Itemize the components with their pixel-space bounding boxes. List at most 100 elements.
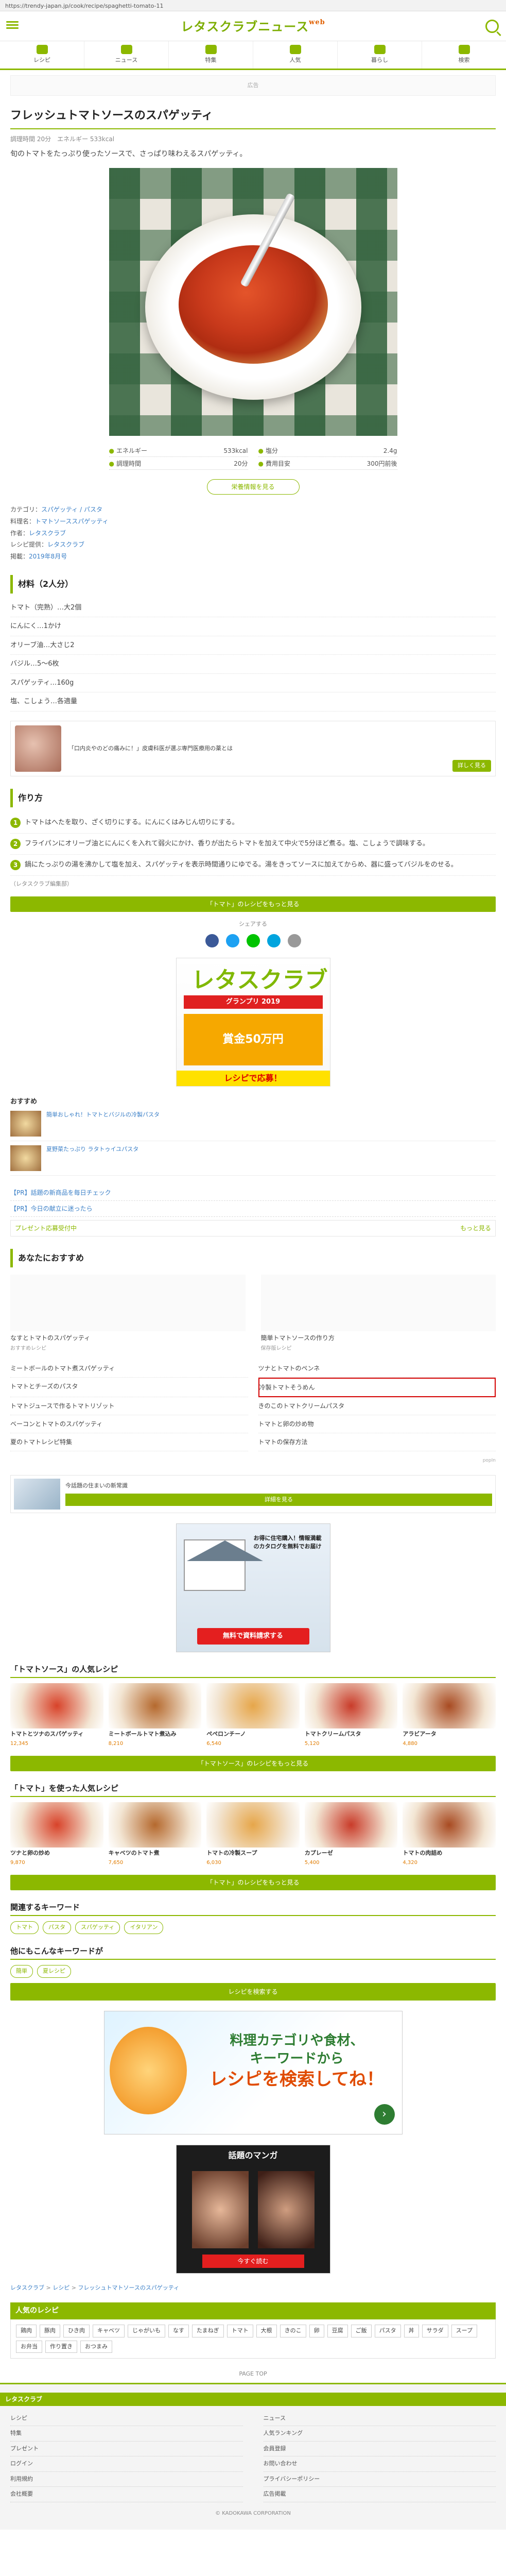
related-link[interactable]: ミートボールのトマト煮スパゲッティ [10, 1360, 248, 1378]
gnav-item[interactable]: 検索 [422, 41, 506, 69]
keyword-tag[interactable]: 簡単 [10, 1965, 33, 1978]
footer-link[interactable]: お問い合わせ [263, 2456, 496, 2472]
popular-tag[interactable]: サラダ [422, 2325, 448, 2337]
recipe-thumb[interactable]: ペペロンチーノ 6,540 [206, 1683, 300, 1747]
popular-tag[interactable]: おつまみ [80, 2340, 112, 2353]
menu-icon[interactable] [6, 20, 19, 32]
tie-up-ad[interactable]: 「口内炎やのどの痛みに！」皮膚科医が選ぶ専門医療用の薬とは 詳しく見る [10, 720, 496, 776]
popular-tag[interactable]: 大根 [256, 2325, 277, 2337]
house-banner[interactable]: お得に住宅購入！情報満載のカタログを無料でお届け 無料で資料請求する [176, 1523, 330, 1652]
related-link[interactable]: ツナとトマトのペンネ [258, 1360, 496, 1378]
pr-link[interactable]: 【PR】今日の献立に迷ったら [10, 1201, 496, 1217]
rec-title[interactable]: なすとトマトのスパゲッティ [10, 1331, 246, 1345]
house-button[interactable]: 無料で資料請求する [197, 1628, 309, 1645]
osusume-title[interactable]: 夏野菜たっぷり ラタトゥイユパスタ [46, 1145, 138, 1171]
nutrition-button[interactable]: 栄養情報を見る [206, 479, 300, 495]
footer-link[interactable]: プライバシーポリシー [263, 2472, 496, 2487]
more-recipes-button[interactable]: 「トマト」のレシピをもっと見る [10, 896, 496, 912]
rec-title[interactable]: 簡単トマトソースの作り方 [261, 1331, 496, 1345]
keyword-tag[interactable]: 夏レシピ [37, 1965, 71, 1978]
related-link[interactable]: トマトの保存方法 [258, 1433, 496, 1452]
recipe-thumb-title[interactable]: カプレーゼ [305, 1850, 398, 1857]
recipe-thumb[interactable]: ツナと卵の炒め 9,870 [10, 1802, 103, 1866]
search-banner[interactable]: 料理カテゴリや食材、 キーワードから レシピを検索してね！ › [103, 2010, 403, 2134]
manga-banner[interactable]: 話題のマンガ 今すぐ読む [176, 2144, 330, 2274]
popular-tag[interactable]: 豚肉 [40, 2325, 60, 2337]
gnav-item[interactable]: 暮らし [338, 41, 422, 69]
recipe-thumb-title[interactable]: トマトとツナのスパゲッティ [10, 1731, 103, 1738]
breadcrumb-item[interactable]: レシピ [53, 2284, 69, 2291]
popular-tag[interactable]: たまねぎ [192, 2325, 224, 2337]
recipe-thumb-title[interactable]: トマトの冷製スープ [206, 1850, 300, 1857]
tie-up-button[interactable]: 詳しく見る [452, 760, 491, 772]
recipe-thumb[interactable]: トマトの冷製スープ 6,030 [206, 1802, 300, 1866]
recipe-thumb[interactable]: トマトクリームパスタ 5,120 [304, 1683, 398, 1747]
footer-link[interactable]: 広告掲載 [263, 2487, 496, 2502]
info-value[interactable]: トマトソーススパゲッティ [35, 518, 109, 525]
manga-button[interactable]: 今すぐ読む [202, 2254, 304, 2268]
osusume-item[interactable]: 夏野菜たっぷり ラタトゥイユパスタ [10, 1141, 496, 1176]
osusume-title[interactable]: 簡単おしゃれ！トマトとバジルの冷製パスタ [46, 1111, 160, 1137]
facebook-icon[interactable] [205, 934, 219, 947]
breadcrumb-item[interactable]: レタスクラブ [10, 2284, 44, 2291]
related-link[interactable]: きのこのトマトクリームパスタ [258, 1397, 496, 1416]
recipe-thumb-title[interactable]: ミートボールトマト煮込み [109, 1731, 202, 1738]
gnav-item[interactable]: 特集 [169, 41, 253, 69]
popular-tag[interactable]: スープ [451, 2325, 478, 2337]
popular-tag[interactable]: ひき肉 [63, 2325, 90, 2337]
footer-link[interactable]: 会社概要 [10, 2487, 243, 2502]
popular-tag[interactable]: 卵 [309, 2325, 324, 2337]
search-recipes-button[interactable]: レシピを検索する [10, 1982, 496, 2001]
keyword-tag[interactable]: パスタ [43, 1921, 71, 1934]
related-link[interactable]: 冷製トマトそうめん [258, 1378, 496, 1398]
popular-tag[interactable]: じゃがいも [128, 2325, 165, 2337]
hatena-icon[interactable] [267, 934, 281, 947]
grandprix-banner[interactable]: レタスクラブ グランプリ 2019 賞金50万円 レシピで応募！ [176, 957, 330, 1087]
popular-tag[interactable]: 豆腐 [327, 2325, 348, 2337]
footer-link[interactable]: レシピ [10, 2411, 243, 2427]
info-value[interactable]: レタスクラブ [29, 530, 66, 537]
popular-tag[interactable]: きのこ [280, 2325, 306, 2337]
gnav-item[interactable]: レシピ [0, 41, 84, 69]
recipe-thumb-title[interactable]: アラビアータ [403, 1731, 496, 1738]
popular-tag[interactable]: お弁当 [16, 2340, 42, 2353]
recipe-thumb-title[interactable]: ツナと卵の炒め [10, 1850, 103, 1857]
ad-button[interactable]: 詳細を見る [65, 1493, 492, 1506]
rec-card[interactable]: なすとトマトのスパゲッティ おすすめレシピ [10, 1275, 246, 1352]
gnav-item[interactable]: ニュース [84, 41, 169, 69]
arrow-right-icon[interactable]: › [374, 2104, 395, 2125]
popular-tag[interactable]: 作り置き [45, 2340, 77, 2353]
popular-tag[interactable]: 丼 [404, 2325, 419, 2337]
popular-tag[interactable]: キャベツ [93, 2325, 125, 2337]
line-icon[interactable] [246, 934, 260, 947]
footer-link[interactable]: ログイン [10, 2456, 243, 2472]
pagetop-link[interactable]: PAGE TOP [10, 2370, 496, 2379]
search-icon[interactable] [485, 20, 499, 33]
recipe-thumb-title[interactable]: ペペロンチーノ [206, 1731, 300, 1738]
popular-tag[interactable]: なす [168, 2325, 189, 2337]
related1-more[interactable]: 「トマトソース」のレシピをもっと見る [10, 1755, 496, 1771]
footer-link[interactable]: ニュース [263, 2411, 496, 2427]
footer-link[interactable]: 人気ランキング [263, 2426, 496, 2442]
related-link[interactable]: 夏のトマトレシピ特集 [10, 1433, 248, 1452]
pr-box[interactable]: プレゼント応募受付中 もっと見る [10, 1220, 496, 1237]
pr-box-more[interactable]: もっと見る [460, 1224, 491, 1233]
recipe-thumb[interactable]: キャベツのトマト煮 7,650 [108, 1802, 202, 1866]
recipe-thumb[interactable]: ミートボールトマト煮込み 8,210 [108, 1683, 202, 1747]
recipe-thumb-title[interactable]: トマトクリームパスタ [305, 1731, 398, 1738]
address-bar[interactable]: https://trendy-japan.jp/cook/recipe/spag… [0, 0, 506, 11]
site-logo[interactable]: レタスクラブニュースweb [181, 18, 325, 36]
recipe-thumb[interactable]: アラビアータ 4,880 [403, 1683, 496, 1747]
recipe-thumb-title[interactable]: トマトの肉詰め [403, 1850, 496, 1857]
footer-link[interactable]: プレゼント [10, 2442, 243, 2457]
popular-tag[interactable]: 鶏肉 [16, 2325, 37, 2337]
related-link[interactable]: ベーコンとトマトのスパゲッティ [10, 1415, 248, 1434]
popular-tag[interactable]: トマト [226, 2325, 253, 2337]
keyword-tag[interactable]: イタリアン [124, 1921, 164, 1934]
related2-more[interactable]: 「トマト」のレシピをもっと見る [10, 1874, 496, 1890]
footer-link[interactable]: 利用規約 [10, 2472, 243, 2487]
popular-tag[interactable]: パスタ [374, 2325, 401, 2337]
info-value[interactable]: スパゲッティ / パスタ [41, 506, 102, 513]
rec-card[interactable]: 簡単トマトソースの作り方 保存版レシピ [260, 1275, 496, 1352]
related-link[interactable]: トマトと卵の炒め物 [258, 1415, 496, 1434]
